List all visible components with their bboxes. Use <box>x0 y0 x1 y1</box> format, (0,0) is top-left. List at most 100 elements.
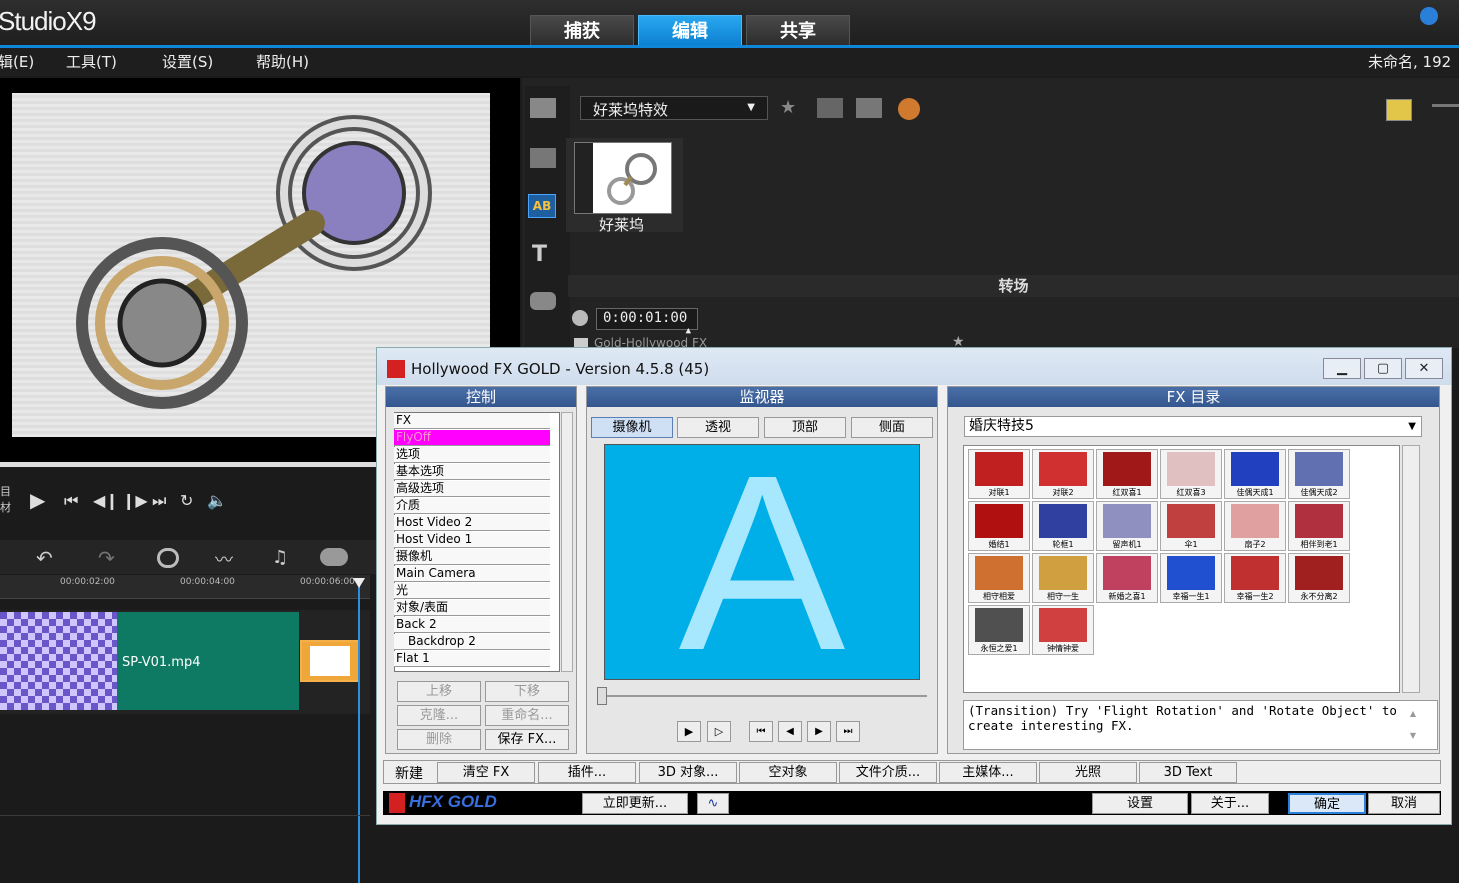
menu-settings[interactable]: 设置(S) <box>162 51 213 72</box>
fx-item[interactable]: 轮框1 <box>1032 501 1094 551</box>
skip-start-icon[interactable]: ⏮ <box>64 491 78 511</box>
tab-share[interactable]: 共享 <box>746 15 850 46</box>
maximize-button[interactable]: ▢ <box>1364 358 1402 379</box>
play-icon[interactable]: ▶ <box>30 488 45 512</box>
fx-item[interactable]: 新婚之喜1 <box>1096 553 1158 603</box>
video-clip[interactable]: SP-V01.mp4 <box>117 612 299 710</box>
fx-item[interactable]: 留声机1 <box>1096 501 1158 551</box>
settings-button[interactable]: 设置 <box>1092 793 1188 814</box>
tree-item[interactable]: FX <box>394 413 550 429</box>
desc-scroll-arrows[interactable]: ▲ ▼ <box>1404 703 1422 747</box>
fx-item[interactable]: 佳偶天成2 <box>1288 449 1350 499</box>
tree-item[interactable]: 选项 <box>394 447 550 463</box>
title-icon[interactable]: T <box>532 242 547 267</box>
tab-capture[interactable]: 捕获 <box>530 15 634 46</box>
undo-icon[interactable]: ↶ <box>36 546 53 570</box>
tab-perspective[interactable]: 透视 <box>677 417 759 438</box>
fx-item[interactable]: 幸福一生1 <box>1160 553 1222 603</box>
fx-item[interactable]: 佳偶天成1 <box>1224 449 1286 499</box>
fx-item[interactable]: 永不分离2 <box>1288 553 1350 603</box>
tree-item[interactable]: 高级选项 <box>394 481 550 497</box>
menu-help[interactable]: 帮助(H) <box>256 51 309 72</box>
fx-item[interactable]: 幸福一生2 <box>1224 553 1286 603</box>
playhead-handle[interactable] <box>353 578 365 588</box>
tree-item[interactable]: 摄像机 <box>394 549 550 565</box>
playhead[interactable] <box>358 580 360 883</box>
tree-item-selected[interactable]: FlyOff <box>394 430 550 446</box>
fx-item[interactable]: 对联2 <box>1032 449 1094 499</box>
rename-button[interactable]: 重命名... <box>485 705 569 726</box>
tree-item[interactable]: 光 <box>394 583 550 599</box>
image-clip[interactable] <box>0 612 118 710</box>
fx-item[interactable]: 永恒之爱1 <box>968 605 1030 655</box>
fx-item[interactable]: 相守一生 <box>1032 553 1094 603</box>
tab-camera[interactable]: 摄像机 <box>591 417 673 438</box>
skip-end-icon[interactable]: ⏭ <box>152 491 166 511</box>
library-dropdown[interactable]: 好莱坞特效 ▼ <box>580 96 768 120</box>
get-more-icon[interactable] <box>898 98 920 120</box>
fx-item[interactable]: 相守相爱 <box>968 553 1030 603</box>
tab-edit[interactable]: 编辑 <box>638 15 742 46</box>
empty-object-button[interactable]: 空对象 <box>739 762 837 783</box>
host-media-button[interactable]: 主媒体... <box>939 762 1037 783</box>
move-down-button[interactable]: 下移 <box>485 681 569 702</box>
update-button[interactable]: 立即更新... <box>582 793 688 814</box>
play-forward-icon[interactable]: ▶ <box>677 721 701 742</box>
tree-item[interactable]: 对象/表面 <box>394 600 550 616</box>
save-fx-button[interactable]: 保存 FX... <box>485 729 569 750</box>
tree-item[interactable]: Host Video 2 <box>394 515 550 531</box>
minimize-button[interactable]: ▁ <box>1323 358 1361 379</box>
tree-item[interactable]: 基本选项 <box>394 464 550 480</box>
fx-item[interactable]: 相伴到老1 <box>1288 501 1350 551</box>
lighting-button[interactable]: 光照 <box>1039 762 1137 783</box>
transition-clip[interactable] <box>300 640 360 682</box>
cancel-button[interactable]: 取消 <box>1368 793 1440 814</box>
tree-scrollbar[interactable] <box>561 412 573 672</box>
fx-item[interactable]: 钟情钟爱 <box>1032 605 1094 655</box>
about-button[interactable]: 关于... <box>1191 793 1269 814</box>
graphics-icon[interactable] <box>530 292 556 310</box>
tree-item[interactable]: Flat 1 <box>394 651 550 667</box>
last-frame-icon[interactable]: ⏭ <box>836 721 860 742</box>
tree-item[interactable]: 介质 <box>394 498 550 514</box>
wave-icon[interactable]: ∿ <box>697 793 729 814</box>
fx-item[interactable]: 对联1 <box>968 449 1030 499</box>
tab-side[interactable]: 侧面 <box>851 417 933 438</box>
fx-item[interactable]: 婚结1 <box>968 501 1030 551</box>
close-button[interactable]: ✕ <box>1405 358 1443 379</box>
record-icon[interactable] <box>157 548 179 568</box>
view-options-icon[interactable] <box>1386 99 1412 121</box>
fx-item[interactable]: 伞1 <box>1160 501 1222 551</box>
play-reverse-icon[interactable]: ▷ <box>707 721 731 742</box>
duration-field[interactable]: 0:00:01:00 ▲ <box>596 308 698 336</box>
transition-icon[interactable]: AB <box>528 194 556 218</box>
media-icon[interactable] <box>530 98 556 118</box>
prev-frame-icon[interactable]: ◀❙ <box>93 491 119 510</box>
plugin-button[interactable]: 插件... <box>538 762 636 783</box>
tree-item[interactable]: Back 2 <box>394 617 550 633</box>
fx-item[interactable]: 扇子2 <box>1224 501 1286 551</box>
tree-item[interactable]: Backdrop 2 <box>394 634 550 650</box>
snowflake-icon[interactable] <box>1420 7 1438 25</box>
ok-button[interactable]: 确定 <box>1288 793 1366 814</box>
instant-project-icon[interactable] <box>530 148 556 168</box>
hollywood-thumb[interactable] <box>574 142 672 214</box>
zoom-slider[interactable] <box>1432 104 1459 107</box>
tree-item[interactable]: Main Camera <box>394 566 550 582</box>
fx-item[interactable]: 红双喜1 <box>1096 449 1158 499</box>
multi-cam-icon[interactable] <box>320 548 348 566</box>
first-frame-icon[interactable]: ⏮ <box>749 721 773 742</box>
3d-object-button[interactable]: 3D 对象... <box>639 762 737 783</box>
menu-tools[interactable]: 工具(T) <box>66 51 117 72</box>
menu-edit[interactable]: 辑(E) <box>0 51 34 72</box>
volume-icon[interactable]: 🔈 <box>207 491 227 510</box>
delete-button[interactable]: 删除 <box>397 729 481 750</box>
apply-all-icon[interactable] <box>856 98 882 118</box>
fx-item[interactable]: 红双喜3 <box>1160 449 1222 499</box>
step-back-icon[interactable]: ◀ <box>778 721 802 742</box>
tree-item[interactable]: Host Video 1 <box>394 532 550 548</box>
audio-wave-icon[interactable]: 〰 <box>215 546 233 572</box>
move-up-button[interactable]: 上移 <box>397 681 481 702</box>
next-frame-icon[interactable]: ❙▶ <box>122 491 148 510</box>
clone-button[interactable]: 克隆... <box>397 705 481 726</box>
